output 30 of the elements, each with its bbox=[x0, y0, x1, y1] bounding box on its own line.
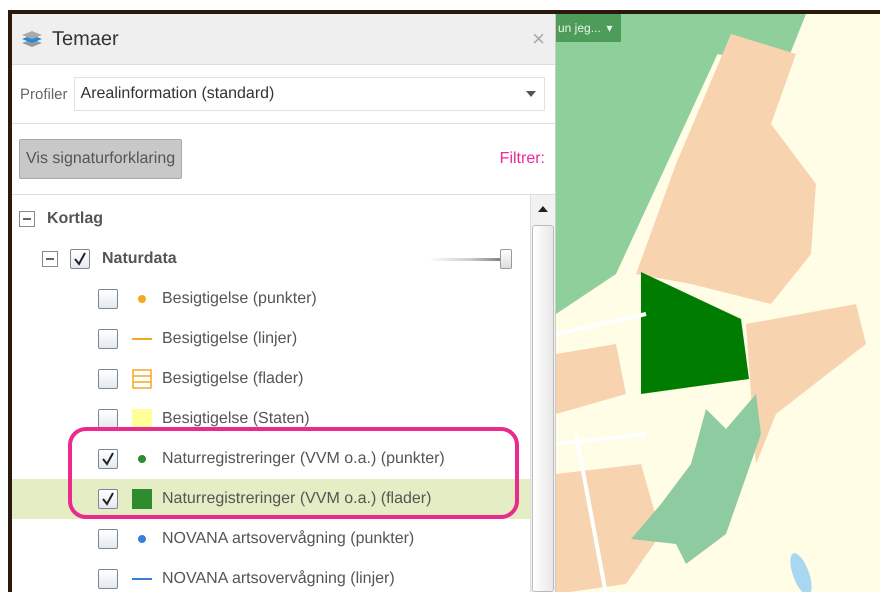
layer-label[interactable]: NOVANA artsovervågning (punkter) bbox=[162, 530, 414, 548]
layer-label[interactable]: Besigtigelse (flader) bbox=[162, 370, 304, 388]
checkbox[interactable] bbox=[70, 249, 90, 269]
checkbox[interactable] bbox=[98, 329, 118, 349]
collapse-icon[interactable] bbox=[19, 211, 35, 227]
panel-title: Temaer bbox=[52, 28, 120, 50]
layers-icon bbox=[22, 31, 42, 47]
tree-node-label[interactable]: Naturdata bbox=[102, 250, 177, 268]
checkbox[interactable] bbox=[98, 289, 118, 309]
checkbox[interactable] bbox=[98, 409, 118, 429]
slider-thumb[interactable] bbox=[500, 249, 512, 269]
layer-label[interactable]: Besigtigelse (punkter) bbox=[162, 290, 317, 308]
layer-label[interactable]: Besigtigelse (linjer) bbox=[162, 330, 298, 348]
checkbox[interactable] bbox=[98, 529, 118, 549]
checkbox[interactable] bbox=[98, 569, 118, 589]
checkbox[interactable] bbox=[98, 369, 118, 389]
profile-label: Profiler bbox=[20, 86, 68, 102]
layer-label[interactable]: NOVANA artsovervågning (linjer) bbox=[162, 570, 395, 588]
scrollbar-thumb[interactable] bbox=[532, 225, 554, 592]
tree-node-label[interactable]: Kortlag bbox=[47, 210, 103, 228]
scroll-up-icon[interactable] bbox=[538, 206, 548, 212]
caret-icon bbox=[526, 91, 536, 97]
layer-label[interactable]: Besigtigelse (Staten) bbox=[162, 410, 310, 428]
checkbox[interactable] bbox=[98, 449, 118, 469]
collapse-icon[interactable] bbox=[42, 251, 58, 267]
profile-dropdown[interactable]: Arealinformation (standard) bbox=[74, 77, 545, 111]
checkbox[interactable] bbox=[98, 489, 118, 509]
filter-link[interactable]: Filtrer: bbox=[500, 150, 545, 168]
legend-button[interactable]: Vis signaturforklaring bbox=[19, 139, 182, 179]
layer-label[interactable]: Naturregistreringer (VVM o.a.) (punkter) bbox=[162, 450, 445, 468]
